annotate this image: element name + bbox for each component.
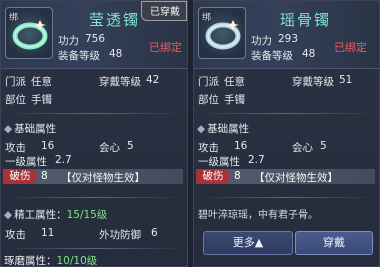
item-header: 绑 瑶骨镯 功力 293 装备等级 48 已绑定 [194,1,379,69]
slot-value: 手镯 [31,94,52,106]
refine-defense-label: 外功防御 [99,229,141,241]
refine-defense-value: 6 [151,227,158,239]
primary-attr-value: 2.7 [55,154,72,166]
wear-level-value: 42 [146,74,160,86]
wear-button[interactable]: 穿戴 [295,231,373,255]
equip-level-label: 装备等级 [58,50,100,62]
refine-attributes-title: ◆ 精工属性：15/15级 [4,209,108,221]
primary-attr-value: 2.7 [248,154,265,166]
refine-level: 15/15级 [66,209,108,221]
item-name: 莹透镯 [89,11,141,29]
power-value: 756 [85,33,106,45]
divider [198,113,375,114]
bound-status: 已绑定 [149,41,182,54]
pierce-value: 8 [41,170,48,182]
base-attributes-title: ◆ 基础属性 [197,123,250,135]
sect-value: 任意 [31,76,52,88]
primary-attr-label: 一级属性 [198,156,240,168]
item-icon-box[interactable]: 绑 [5,7,53,59]
item-name: 瑶骨镯 [280,11,332,29]
bracelet-icon [205,20,241,50]
pierce-tag: 破伤 [196,169,230,184]
polish-attributes-title: 琢磨属性：10/10级 [4,255,98,267]
pierce-row: 破伤 8 【仅对怪物生效】 [3,169,183,184]
pierce-tag: 破伤 [3,169,37,184]
power-value: 293 [278,33,299,45]
wear-level-label: 穿戴等级 [292,76,334,88]
divider [5,248,183,249]
equip-level-label: 装备等级 [251,50,293,62]
refine-attack-value: 11 [41,227,55,239]
divider [5,197,183,198]
slot-label: 部位 [5,94,26,106]
wear-level-value: 51 [339,74,353,86]
crit-value: 5 [127,140,134,152]
crit-value: 5 [320,140,327,152]
flavor-text: 碧叶淬琼瑶，中有君子骨。 [198,210,318,221]
power-label: 功力 [251,35,272,47]
bracelet-icon [12,20,48,50]
item-icon-box[interactable]: 绑 [198,7,246,59]
pierce-value: 8 [234,170,241,182]
wear-level-label: 穿戴等级 [99,76,141,88]
base-attributes-title: ◆ 基础属性 [4,123,57,135]
bound-status: 已绑定 [334,41,367,54]
divider [5,113,183,114]
crit-label: 会心 [99,142,120,154]
pierce-note: 【仅对怪物生效】 [254,172,338,184]
attack-label: 攻击 [198,142,219,154]
equip-level-value: 48 [302,48,316,60]
primary-attr-label: 一级属性 [5,156,47,168]
sect-label: 门派 [198,76,219,88]
sect-label: 门派 [5,76,26,88]
equipped-badge: 已穿戴 [141,1,187,21]
slot-label: 部位 [198,94,219,106]
slot-value: 手镯 [224,94,245,106]
pierce-note: 【仅对怪物生效】 [61,172,145,184]
pierce-row: 破伤 8 【仅对怪物生效】 [196,169,375,184]
divider [198,197,375,198]
more-button[interactable]: 更多▲ [203,231,293,255]
power-label: 功力 [58,35,79,47]
refine-attack-label: 攻击 [5,229,26,241]
sect-value: 任意 [224,76,245,88]
attack-value: 16 [234,140,248,152]
attack-label: 攻击 [5,142,26,154]
equip-level-value: 48 [109,48,123,60]
polish-level: 10/10级 [56,255,98,267]
compare-item-panel: 绑 瑶骨镯 功力 293 装备等级 48 已绑定 门派 任意 穿戴等级 51 部… [193,0,380,267]
attack-value: 16 [41,140,55,152]
crit-label: 会心 [292,142,313,154]
equipped-item-panel: 绑 莹透镯 功力 756 装备等级 48 已绑定 已穿戴 门派 任意 穿戴等级 … [0,0,188,267]
